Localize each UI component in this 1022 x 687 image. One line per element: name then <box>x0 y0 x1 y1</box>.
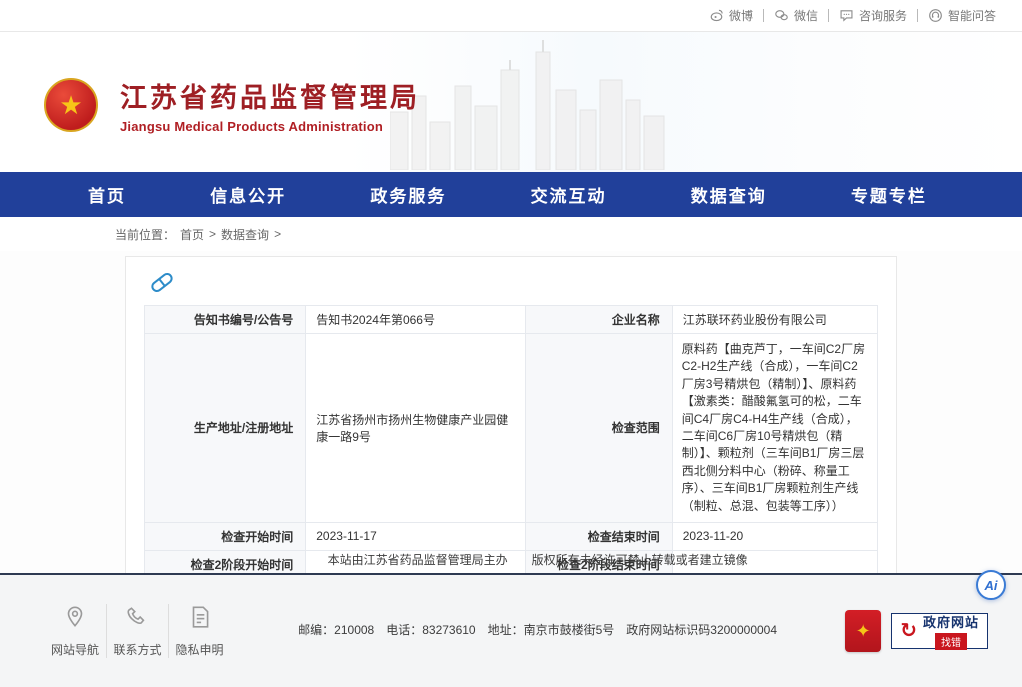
consult-service-link[interactable]: 咨询服务 <box>829 7 917 24</box>
chat-bubble-icon <box>839 8 854 23</box>
gov-agency-badge[interactable]: ✦ <box>845 610 881 652</box>
nav-item-interaction[interactable]: 交流互动 <box>531 182 607 207</box>
primary-nav: 首页 信息公开 政务服务 交流互动 数据查询 专题专栏 <box>0 172 1022 217</box>
site-title: 江苏省药品监督管理局 <box>120 76 420 115</box>
site-header: ★ 江苏省药品监督管理局 Jiangsu Medical Products Ad… <box>0 32 1022 172</box>
weibo-icon <box>709 8 724 23</box>
breadcrumb-prefix: 当前位置： <box>115 226 175 243</box>
find-error-subtitle: 找错 <box>935 633 967 650</box>
table-row: 生产地址/注册地址 江苏省扬州市扬州生物健康产业园健康一路9号 检查范围 原料药… <box>145 334 878 523</box>
consult-service-label: 咨询服务 <box>859 7 907 24</box>
field-value-address: 江苏省扬州市扬州生物健康产业园健康一路9号 <box>306 334 526 523</box>
nav-item-gov-services[interactable]: 政务服务 <box>370 182 446 207</box>
footer-link-privacy[interactable]: 隐私申明 <box>168 604 230 658</box>
breadcrumb: 当前位置： 首页 > 数据查询 > <box>0 217 1022 251</box>
find-error-swirl-icon: ↻ <box>900 621 917 641</box>
top-utility-bar: 微博 微信 咨询服务 智能问答 <box>0 0 1022 32</box>
footer-link-label: 隐私申明 <box>175 641 223 658</box>
site-subtitle: Jiangsu Medical Products Administration <box>120 119 420 134</box>
national-emblem-logo: ★ <box>44 78 98 132</box>
breadcrumb-home-link[interactable]: 首页 <box>180 226 204 243</box>
phone-icon <box>125 604 151 635</box>
weibo-label: 微博 <box>729 7 753 24</box>
ai-assistant-button[interactable]: Ai <box>976 570 1006 600</box>
smart-qa-link[interactable]: 智能问答 <box>918 7 1006 24</box>
footer-line-contact: 邮编：210008 电话：83273610 地址：南京市鼓楼街5号 政府网站标识… <box>250 619 825 642</box>
map-pin-icon <box>62 604 88 635</box>
field-label-address: 生产地址/注册地址 <box>145 334 306 523</box>
footer-badges: ✦ ↻ 政府网站 找错 <box>845 610 988 652</box>
find-error-title: 政府网站 <box>923 612 979 631</box>
wechat-link[interactable]: 微信 <box>764 7 828 24</box>
capsule-icon-wrap <box>144 269 878 295</box>
capsule-pill-icon <box>149 270 175 293</box>
field-value-notice-number: 告知书2024年第066号 <box>306 306 526 334</box>
breadcrumb-separator: > <box>274 227 281 241</box>
field-value-company-name: 江苏联环药业股份有限公司 <box>672 306 877 334</box>
smart-qa-label: 智能问答 <box>948 7 996 24</box>
breadcrumb-section-link[interactable]: 数据查询 <box>221 226 269 243</box>
emblem-icon: ✦ <box>856 621 871 642</box>
field-label-company-name: 企业名称 <box>526 306 673 334</box>
footer-quick-links: 网站导航 联系方式 隐私申明 <box>44 604 230 658</box>
footer-link-label: 联系方式 <box>113 641 161 658</box>
field-label-notice-number: 告知书编号/公告号 <box>145 306 306 334</box>
site-footer: 网站导航 联系方式 隐私申明 本站由江苏省药品监督管理局主办 版权所有未经许可禁… <box>0 573 1022 687</box>
table-row: 告知书编号/公告号 告知书2024年第066号 企业名称 江苏联环药业股份有限公… <box>145 306 878 334</box>
footer-info: 本站由江苏省药品监督管理局主办 版权所有未经许可禁止转载或者建立镜像 邮编：21… <box>250 502 825 687</box>
wechat-icon <box>774 8 789 23</box>
field-value-inspection-scope: 原料药【曲克芦丁，一车间C2厂房C2-H2生产线（合成），一车间C2厂房3号精烘… <box>672 334 877 523</box>
nav-item-home[interactable]: 首页 <box>88 182 126 207</box>
field-label-inspection-scope: 检查范围 <box>526 334 673 523</box>
gov-site-find-error-badge[interactable]: ↻ 政府网站 找错 <box>891 613 988 649</box>
brand-text: 江苏省药品监督管理局 Jiangsu Medical Products Admi… <box>120 76 420 134</box>
brand: ★ 江苏省药品监督管理局 Jiangsu Medical Products Ad… <box>0 32 1022 134</box>
nav-item-info-disclosure[interactable]: 信息公开 <box>210 182 286 207</box>
footer-link-contact[interactable]: 联系方式 <box>106 604 168 658</box>
breadcrumb-separator: > <box>209 227 216 241</box>
weibo-link[interactable]: 微博 <box>699 7 763 24</box>
footer-link-label: 网站导航 <box>51 641 99 658</box>
footer-line-host: 本站由江苏省药品监督管理局主办 版权所有未经许可禁止转载或者建立镜像 <box>250 549 825 572</box>
nav-item-data-query[interactable]: 数据查询 <box>691 182 767 207</box>
document-icon <box>187 604 213 635</box>
headset-icon <box>928 8 943 23</box>
star-icon: ★ <box>59 92 82 118</box>
footer-link-sitemap[interactable]: 网站导航 <box>44 604 106 658</box>
wechat-label: 微信 <box>794 7 818 24</box>
nav-item-special-topics[interactable]: 专题专栏 <box>851 182 927 207</box>
page: 微博 微信 咨询服务 智能问答 <box>0 0 1022 687</box>
